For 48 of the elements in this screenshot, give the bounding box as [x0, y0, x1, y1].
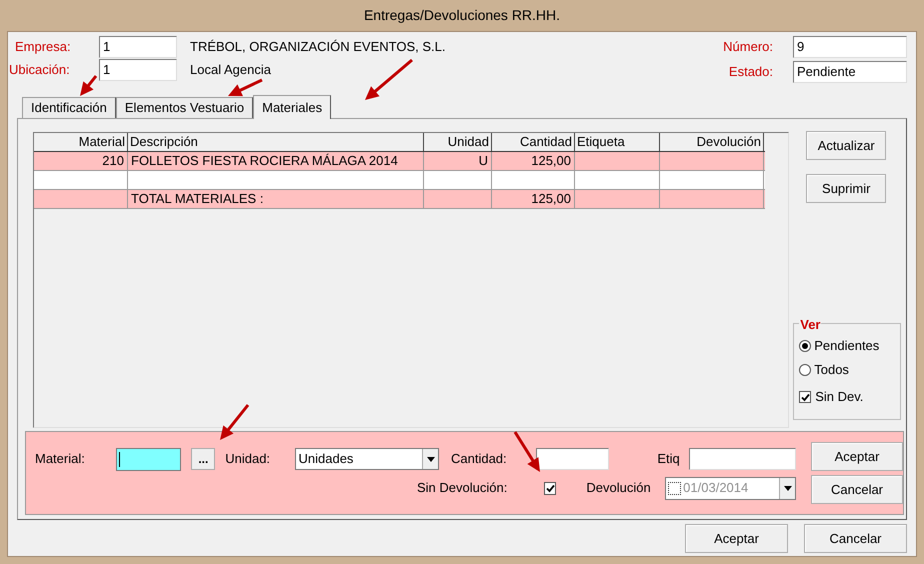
table-cell-text: 125,00 [531, 190, 571, 208]
input-field[interactable]: 1 [99, 36, 177, 58]
field-label: Sin Devolución: [417, 479, 508, 498]
browse-button[interactable]: ... [191, 448, 216, 470]
field-value-text: Local Agencia [190, 61, 271, 80]
field-label: Devolución [586, 479, 652, 498]
tab[interactable]: Identificación [22, 97, 116, 118]
unit-dropdown[interactable]: Unidades [294, 448, 439, 470]
field-label: Número: [723, 38, 773, 56]
panel-button[interactable]: Cancelar [811, 475, 903, 504]
field-label: Empresa: [14, 38, 72, 56]
dropdown-arrow-icon [426, 456, 434, 462]
radio-option[interactable]: Pendientes [799, 334, 896, 358]
radio-option[interactable]: Todos [799, 358, 896, 382]
dropdown-arrow-icon [784, 486, 792, 490]
input-field[interactable]: Pendiente [793, 61, 907, 83]
tab[interactable]: Elementos Vestuario [116, 97, 254, 118]
checkbox[interactable] [544, 482, 556, 494]
table-row[interactable]: 210 FOLLETOS FIESTA ROCIERA MÁLAGA 2014 U 125,00 [34, 152, 765, 171]
input-field[interactable]: 9 [793, 36, 907, 58]
column-header[interactable]: Etiqueta [575, 133, 660, 151]
field-value-text: TRÉBOL, ORGANIZACIÓN EVENTOS, S.L. [190, 38, 446, 56]
checkbox-option[interactable]: Sin Dev. [799, 382, 896, 412]
action-button[interactable]: Actualizar [806, 131, 886, 160]
dialog-button[interactable]: Aceptar [685, 524, 788, 553]
table-row[interactable]: TOTAL MATERIALES : 125,00 [34, 190, 765, 209]
label-input[interactable] [689, 448, 796, 470]
table-cell-text: TOTAL MATERIALES : [131, 190, 264, 208]
column-header[interactable]: Descripción [128, 133, 424, 151]
field-label: Etiq [657, 450, 681, 468]
table-cell-text: 125,00 [531, 152, 571, 170]
quantity-input[interactable] [536, 448, 610, 470]
field-label: Material: [35, 450, 86, 468]
panel-button[interactable]: Aceptar [811, 442, 903, 471]
field-label: Ubicación: [9, 61, 71, 80]
field-label: Cantidad: [451, 450, 508, 468]
table-cell-text: 210 [102, 152, 124, 170]
window-title: Entregas/Devoluciones RR.HH. [364, 6, 560, 25]
table-cell-text: U [478, 152, 488, 170]
table-cell-text: FOLLETOS FIESTA ROCIERA MÁLAGA 2014 [131, 152, 398, 170]
table-row[interactable] [34, 171, 765, 190]
input-field[interactable]: 1 [99, 59, 177, 81]
tab[interactable]: Materiales [253, 95, 332, 119]
material-input[interactable] [116, 448, 182, 470]
action-button[interactable]: Suprimir [806, 174, 886, 203]
dialog-button[interactable]: Cancelar [804, 524, 907, 553]
field-label: Unidad: [225, 450, 272, 468]
field-label: Estado: [728, 63, 773, 82]
